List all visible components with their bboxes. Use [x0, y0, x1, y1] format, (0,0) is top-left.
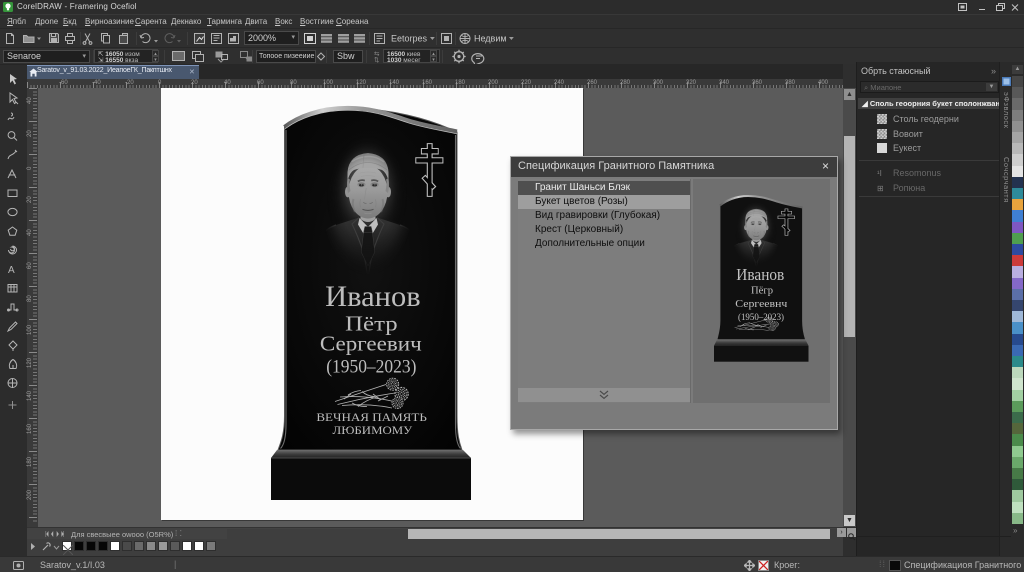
svg-text:Сергеевнч: Сергеевнч	[735, 298, 787, 310]
svg-text:A: A	[8, 265, 15, 276]
svg-text:Сергеевич: Сергеевич	[320, 332, 422, 356]
svg-text:ВЕЧНАЯ ПАМЯТЬ: ВЕЧНАЯ ПАМЯТЬ	[316, 412, 427, 424]
svg-text:Недвим: Недвим	[474, 34, 507, 44]
svg-text:Иванов: Иванов	[736, 265, 784, 284]
svg-text:Пёгр: Пёгр	[751, 285, 773, 297]
svg-text:(1950–2023): (1950–2023)	[738, 312, 784, 323]
svg-text:Eetorpes: Eetorpes	[391, 34, 428, 44]
svg-text:Иванов: Иванов	[325, 280, 420, 313]
svg-text:(1950–2023): (1950–2023)	[326, 357, 416, 378]
svg-text:ЛЮБИМОМУ: ЛЮБИМОМУ	[333, 425, 414, 437]
